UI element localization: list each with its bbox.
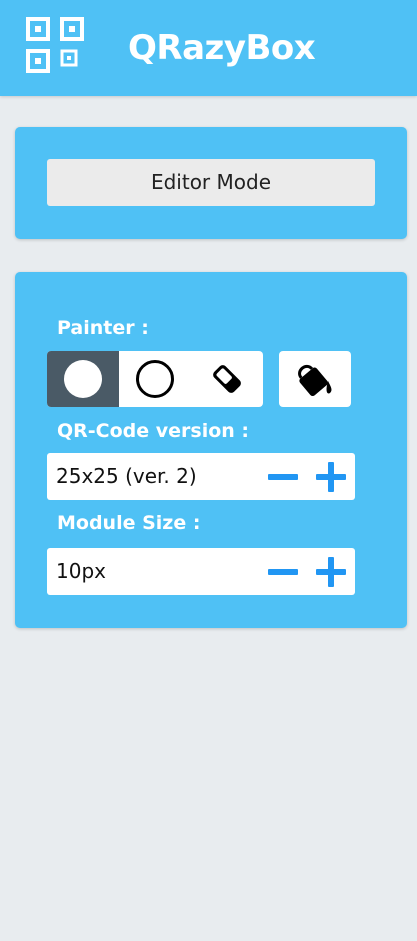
module-size-value: 10px [56,559,106,583]
hollow-circle-icon [136,360,174,398]
paint-bucket-icon [298,364,332,397]
brand-title: QRazyBox [128,28,316,68]
version-value: 25x25 (ver. 2) [56,464,197,488]
eraser-icon [213,365,241,393]
module-size-label: Module Size : [57,512,201,534]
plus-icon [316,461,346,492]
painter-empty-module-button[interactable] [119,351,191,407]
version-selector: 25x25 (ver. 2) [47,453,355,500]
painter-eraser-button[interactable] [191,351,263,407]
top-bar: QRazyBox [0,0,417,96]
module-size-decrement-button[interactable] [265,548,301,595]
minus-icon [268,568,298,575]
editor-mode-card: Editor Mode [15,127,407,239]
painter-toolgroup [47,351,263,407]
painter-label: Painter : [57,317,149,339]
version-increment-button[interactable] [313,453,349,500]
tools-card: Painter : QR-Code version: 25x25 (ver. … [15,272,407,628]
version-decrement-button[interactable] [265,453,301,500]
plus-icon [316,556,346,587]
editor-mode-button[interactable]: Editor Mode [47,159,375,206]
minus-icon [268,473,298,480]
module-size-increment-button[interactable] [313,548,349,595]
qr-logo-icon [26,17,84,73]
painter-fill-module-button[interactable] [47,351,119,407]
version-label: QR-Code version : [57,420,250,442]
module-size-selector: 10px [47,548,355,595]
filled-circle-icon [64,360,102,398]
fill-bucket-button[interactable] [279,351,351,407]
